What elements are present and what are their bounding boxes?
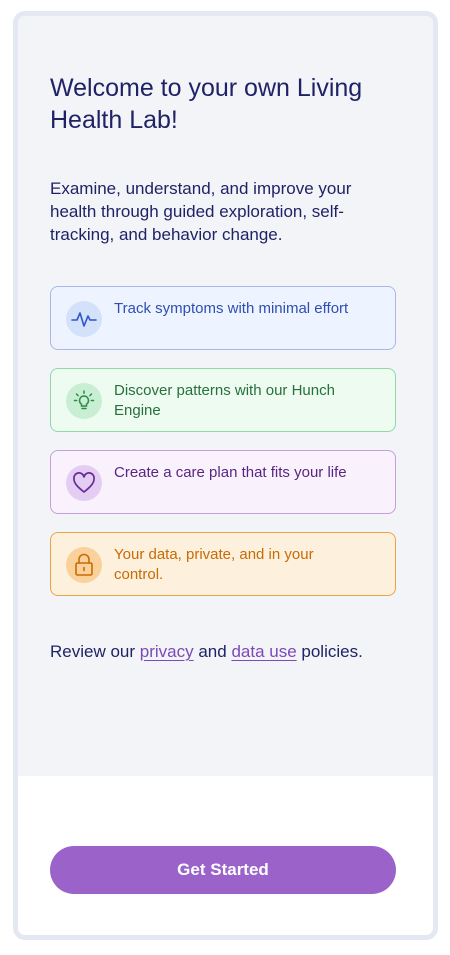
policy-text: Review our privacy and data use policies… — [50, 640, 430, 663]
feature-data-privacy: Your data, private, and in your control. — [50, 532, 396, 596]
feature-label: Your data, private, and in your control. — [114, 546, 314, 583]
lock-icon — [66, 547, 102, 583]
heart-icon — [66, 465, 102, 501]
get-started-button[interactable]: Get Started — [50, 846, 396, 894]
feature-care-plan: Create a care plan that fits your life — [50, 450, 396, 514]
policy-prefix: Review our — [50, 642, 140, 661]
feature-track-symptoms: Track symptoms with minimal effort — [50, 286, 396, 350]
policy-middle: and — [193, 642, 232, 661]
feature-discover-patterns: Discover patterns with our Hunch Engine — [50, 368, 396, 432]
intro-text: Examine, understand, and improve your he… — [50, 179, 352, 244]
data-use-link[interactable]: data use — [231, 642, 296, 661]
privacy-link[interactable]: privacy — [140, 642, 194, 661]
onboarding-card: Welcome to your own Living Health Lab! E… — [13, 11, 438, 940]
feature-label: Track symptoms with minimal effort — [114, 300, 349, 317]
feature-label: Create a care plan that fits your life — [114, 464, 347, 481]
lightbulb-icon — [66, 383, 102, 419]
page-title: Welcome to your own Living Health Lab! — [50, 74, 363, 134]
policy-suffix: policies. — [296, 642, 363, 661]
pulse-icon — [66, 301, 102, 337]
wave-divider — [18, 746, 433, 770]
feature-label: Discover patterns with our Hunch Engine — [114, 382, 335, 419]
